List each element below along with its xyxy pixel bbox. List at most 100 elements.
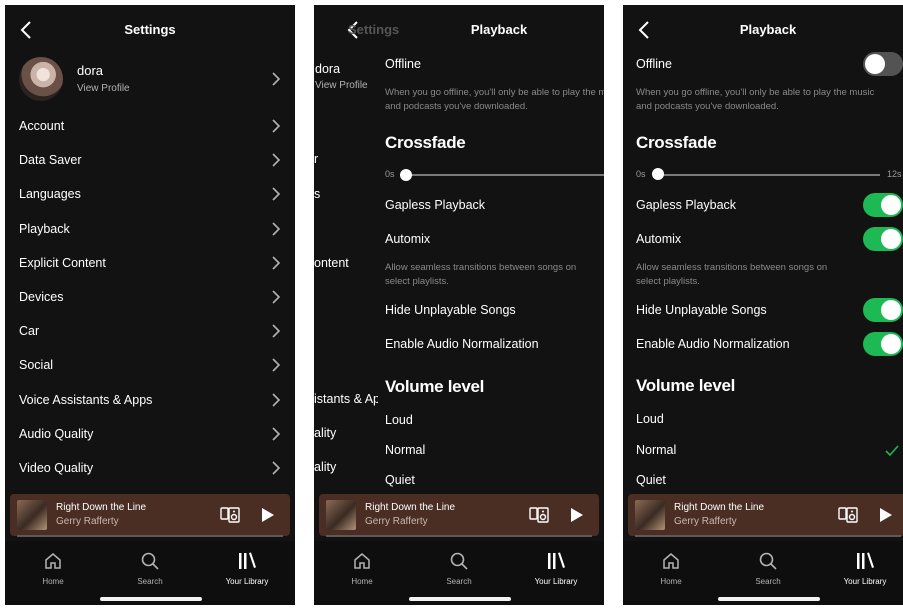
playback-transition-screen: dora View Profile r s ontent istants & A… xyxy=(314,5,604,605)
now-playing-bar[interactable]: Right Down the Line Gerry Rafferty xyxy=(10,494,290,536)
hide-unplayable-label: Hide Unplayable Songs xyxy=(636,303,767,317)
volume-heading: Volume level xyxy=(636,376,736,395)
normalization-toggle[interactable] xyxy=(863,332,903,356)
profile-row[interactable]: dora View Profile xyxy=(19,57,295,101)
playback-screen: Playback Offline When you go offline, yo… xyxy=(623,5,903,605)
offline-toggle[interactable] xyxy=(863,52,903,76)
settings-item-label: Devices xyxy=(19,290,64,304)
chevron-right-icon xyxy=(272,222,281,236)
offline-description-1: When you go offline, you'll only be able… xyxy=(636,87,875,98)
now-playing-bar[interactable]: Right Down the Line Gerry Rafferty xyxy=(628,494,903,536)
home-icon xyxy=(354,553,370,569)
search-icon xyxy=(450,552,468,570)
settings-item-voice-assistants-apps[interactable]: Voice Assistants & Apps xyxy=(19,385,295,415)
volume-option-normal[interactable]: Normal xyxy=(636,443,676,457)
gapless-label: Gapless Playback xyxy=(385,198,486,212)
settings-item-devices[interactable]: Devices xyxy=(19,282,295,312)
nav-home-label: Home xyxy=(351,577,373,586)
toggle-knob xyxy=(881,300,901,320)
now-playing-bar[interactable]: Right Down the Line Gerry Rafferty xyxy=(319,494,599,536)
hide-unplayable-toggle[interactable] xyxy=(863,298,903,322)
bottom-nav: Home Search Your Library xyxy=(623,541,903,605)
nav-library[interactable]: Your Library xyxy=(526,551,586,586)
home-indicator xyxy=(718,597,820,601)
settings-item-account[interactable]: Account xyxy=(19,111,295,141)
crossfade-slider[interactable] xyxy=(400,174,604,176)
settings-item-label: Explicit Content xyxy=(19,255,106,270)
now-playing-artist: Gerry Rafferty xyxy=(674,516,737,527)
play-icon[interactable] xyxy=(570,507,584,523)
now-playing-artist: Gerry Rafferty xyxy=(56,516,119,527)
nav-home[interactable]: Home xyxy=(23,551,83,586)
chevron-right-icon xyxy=(272,256,281,270)
volume-option-quiet[interactable]: Quiet xyxy=(385,473,415,487)
chevron-right-icon xyxy=(272,358,281,372)
offline-description-2: and podcasts you've downloaded. xyxy=(385,101,528,112)
settings-item-explicit-content[interactable]: Explicit Content xyxy=(19,248,295,278)
crossfade-min-label: 0s xyxy=(636,169,646,179)
settings-item-label: Voice Assistants & Apps xyxy=(19,392,153,407)
settings-item-car[interactable]: Car xyxy=(19,316,295,346)
settings-item-playback[interactable]: Playback xyxy=(19,214,295,244)
chevron-right-icon xyxy=(272,153,281,167)
ghost-title: Settings xyxy=(348,22,400,37)
library-icon xyxy=(857,552,874,569)
normalization-label: Enable Audio Normalization xyxy=(385,337,539,351)
nav-library-label: Your Library xyxy=(225,577,269,586)
crossfade-slider[interactable] xyxy=(654,174,880,176)
volume-option-quiet[interactable]: Quiet xyxy=(636,473,666,487)
chevron-right-icon xyxy=(272,290,281,304)
nav-library[interactable]: Your Library xyxy=(835,551,895,586)
nav-search[interactable]: Search xyxy=(120,551,180,586)
settings-item-audio-quality[interactable]: Audio Quality xyxy=(19,419,295,449)
ghost-row: s xyxy=(314,187,321,201)
connect-device-icon[interactable] xyxy=(529,505,549,525)
nav-library[interactable]: Your Library xyxy=(217,551,277,586)
automix-label: Automix xyxy=(385,232,431,246)
nav-home[interactable]: Home xyxy=(641,551,701,586)
automix-label: Automix xyxy=(636,232,682,246)
connect-device-icon[interactable] xyxy=(838,505,858,525)
crossfade-heading: Crossfade xyxy=(636,133,717,152)
play-icon[interactable] xyxy=(261,507,275,523)
automix-description-1: Allow seamless transitions between songs… xyxy=(385,262,577,273)
search-icon xyxy=(141,552,159,570)
now-playing-song: Right Down the Line xyxy=(365,502,456,513)
automix-description-2: select playlists. xyxy=(385,276,449,287)
gapless-toggle[interactable] xyxy=(863,193,903,217)
crossfade-slider-knob[interactable] xyxy=(400,169,412,181)
connect-device-icon[interactable] xyxy=(220,505,240,525)
search-icon xyxy=(759,552,777,570)
automix-toggle[interactable] xyxy=(863,227,903,251)
settings-item-social[interactable]: Social xyxy=(19,350,295,380)
crossfade-slider-knob[interactable] xyxy=(652,168,664,180)
header: Settings xyxy=(5,5,295,55)
nav-search[interactable]: Search xyxy=(738,551,798,586)
nav-home-label: Home xyxy=(42,577,64,586)
offline-description: When you go offline, you'll only be able… xyxy=(636,86,901,113)
gapless-label: Gapless Playback xyxy=(636,198,737,212)
now-playing-artist: Gerry Rafferty xyxy=(365,516,428,527)
nav-search[interactable]: Search xyxy=(429,551,489,586)
play-icon[interactable] xyxy=(879,507,893,523)
nav-home[interactable]: Home xyxy=(332,551,392,586)
volume-option-loud[interactable]: Loud xyxy=(636,412,664,426)
settings-item-data-saver[interactable]: Data Saver xyxy=(19,145,295,175)
home-indicator xyxy=(100,597,202,601)
offline-description-2: and podcasts you've downloaded. xyxy=(636,100,779,112)
volume-option-normal[interactable]: Normal xyxy=(385,443,425,457)
avatar xyxy=(19,57,63,101)
playback-progress-bar xyxy=(326,535,592,537)
volume-option-loud[interactable]: Loud xyxy=(385,413,413,427)
normalization-label: Enable Audio Normalization xyxy=(636,337,790,351)
settings-screen: Settings dora View Profile Account Data S… xyxy=(5,5,295,605)
home-indicator xyxy=(409,597,511,601)
home-icon xyxy=(45,553,61,569)
bottom-nav: Home Search Your Library xyxy=(5,541,295,605)
settings-item-video-quality[interactable]: Video Quality xyxy=(19,453,295,483)
ghost-row: ontent xyxy=(314,256,349,270)
chevron-right-icon xyxy=(272,187,281,201)
settings-item-languages[interactable]: Languages xyxy=(19,179,295,209)
settings-item-label: Playback xyxy=(19,221,70,236)
playback-progress-bar xyxy=(17,535,283,537)
